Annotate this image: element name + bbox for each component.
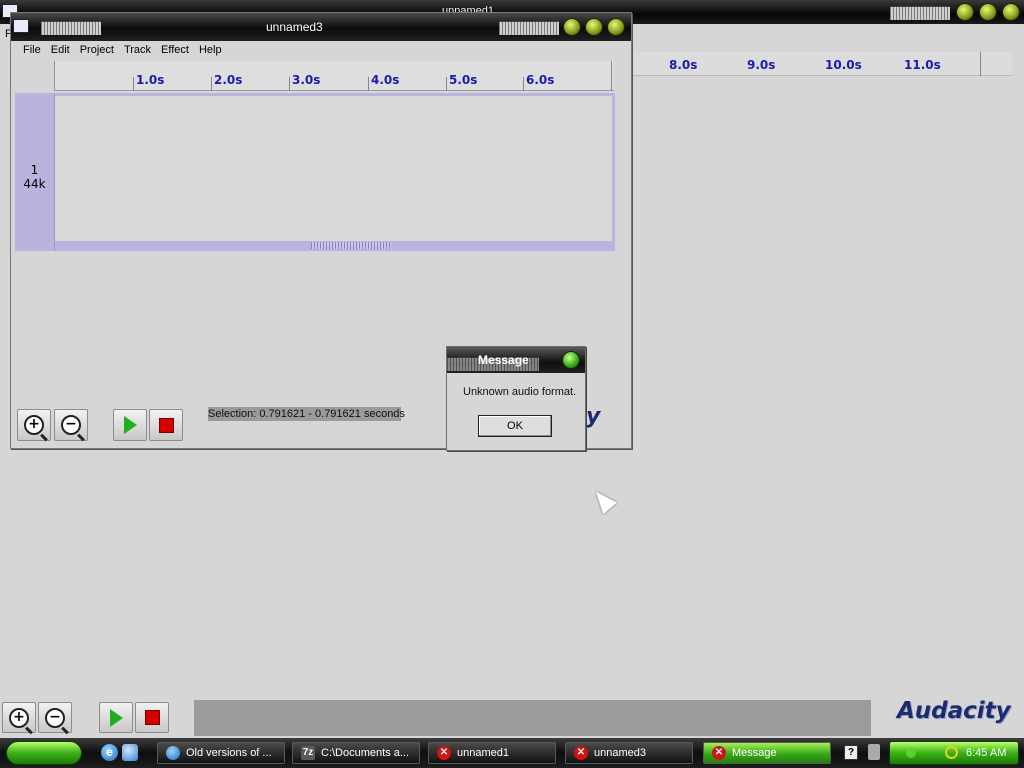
track-label-panel[interactable]: 1 44k — [15, 93, 55, 251]
titlebar-grip-right — [499, 21, 559, 35]
dialog-titlebar[interactable]: Message — [447, 347, 585, 373]
search-icon[interactable] — [945, 746, 958, 759]
ruler-tick-label: 9.0s — [747, 58, 776, 72]
selection-status: Selection: 0.791621 - 0.791621 seconds — [208, 407, 405, 421]
ruler-end-line — [611, 61, 612, 91]
audacity-logo: Audacity — [897, 698, 1011, 724]
maximize-orb-icon[interactable] — [585, 18, 603, 36]
track-channel-number: 1 — [30, 163, 39, 177]
dialog-title: Message — [478, 353, 529, 367]
audio-track-area[interactable] — [55, 93, 615, 251]
ruler-end-line — [980, 52, 981, 76]
ruler-tick-label: 2.0s — [214, 73, 243, 87]
minimize-orb-icon[interactable] — [956, 3, 974, 21]
play-icon — [123, 416, 137, 434]
mouse-cursor-icon — [589, 485, 617, 515]
play-button[interactable] — [113, 409, 147, 441]
zoom-in-icon: + — [24, 415, 44, 435]
quick-launch-icon[interactable] — [122, 744, 138, 761]
stop-button[interactable] — [149, 409, 183, 441]
zoom-in-button[interactable]: + — [17, 409, 51, 441]
ruler-tick-label: 10.0s — [825, 58, 862, 72]
zoom-out-icon: − — [45, 707, 65, 728]
menu-file[interactable]: File — [18, 41, 46, 59]
main-window-titlebar[interactable]: unnamed3 — [11, 13, 631, 41]
speaker-icon[interactable] — [868, 744, 880, 760]
error-icon: ✕ — [574, 746, 588, 760]
zoom-out-button[interactable]: − — [38, 702, 72, 733]
app-icon[interactable] — [13, 19, 29, 33]
timeline-ruler[interactable]: 1.0s 2.0s 3.0s 4.0s 5.0s 6.0s — [54, 61, 614, 91]
globe-icon — [166, 746, 180, 760]
error-icon: ✕ — [437, 746, 451, 760]
play-button[interactable] — [99, 702, 133, 733]
ruler-tick-label: 3.0s — [292, 73, 321, 87]
menu-bar: File Edit Project Track Effect Help — [11, 41, 631, 59]
ruler-tick — [446, 77, 447, 91]
start-button[interactable] — [6, 741, 82, 765]
ok-button[interactable]: OK — [478, 415, 552, 437]
menu-edit[interactable]: Edit — [46, 41, 75, 59]
ruler-tick — [211, 77, 212, 91]
play-icon — [109, 708, 123, 727]
track-resize-grip[interactable] — [311, 242, 391, 249]
ruler-tick — [368, 77, 369, 91]
ruler-tick — [133, 77, 134, 91]
taskbar-item-label: Old versions of ... — [186, 747, 272, 759]
message-dialog: Message Unknown audio format. OK — [446, 346, 586, 451]
ruler-tick — [289, 77, 290, 91]
system-tray: 6:45 AM — [889, 741, 1019, 765]
maximize-orb-icon[interactable] — [979, 3, 997, 21]
taskbar-item-documents[interactable]: 7z C:\Documents a... — [292, 742, 420, 764]
zoom-in-button[interactable]: + — [2, 702, 36, 733]
taskbar-item-unnamed1[interactable]: ✕ unnamed1 — [428, 742, 556, 764]
audacity-logo-partial: y — [586, 404, 601, 429]
menu-effect[interactable]: Effect — [156, 41, 194, 59]
ruler-tick — [523, 77, 524, 91]
ruler-tick-label: 4.0s — [371, 73, 400, 87]
taskbar-item-label: unnamed1 — [457, 747, 509, 759]
ruler-tick-label: 6.0s — [526, 73, 555, 87]
clock: 6:45 AM — [966, 747, 1007, 759]
menu-track[interactable]: Track — [119, 41, 156, 59]
error-icon: ✕ — [712, 746, 726, 760]
internet-explorer-icon[interactable]: e — [101, 744, 118, 761]
help-icon[interactable]: ? — [844, 745, 858, 760]
menu-help[interactable]: Help — [194, 41, 227, 59]
dialog-close-orb-icon[interactable] — [562, 351, 580, 369]
menu-project[interactable]: Project — [75, 41, 119, 59]
background-status-strip — [194, 700, 871, 736]
taskbar-item-label: unnamed3 — [594, 747, 646, 759]
network-icon[interactable] — [906, 748, 916, 758]
taskbar-item-old-versions[interactable]: Old versions of ... — [157, 742, 285, 764]
ruler-tick-label: 1.0s — [136, 73, 165, 87]
zoom-in-icon: + — [9, 707, 29, 728]
titlebar-grip-left — [41, 21, 101, 35]
taskbar-item-message[interactable]: ✕ Message — [703, 742, 831, 764]
taskbar-item-unnamed3[interactable]: ✕ unnamed3 — [565, 742, 693, 764]
ruler-tick-label: 5.0s — [449, 73, 478, 87]
ruler-tick-label: 8.0s — [669, 58, 698, 72]
minimize-orb-icon[interactable] — [563, 18, 581, 36]
track-sample-rate: 44k — [23, 177, 46, 191]
ruler-tick-label: 11.0s — [904, 58, 941, 72]
main-window-title: unnamed3 — [266, 20, 323, 34]
stop-button[interactable] — [135, 702, 169, 733]
background-timeline-ruler[interactable]: 8.0s 9.0s 10.0s 11.0s — [632, 52, 1012, 76]
taskbar-item-label: Message — [732, 747, 777, 759]
stop-icon — [144, 710, 160, 725]
close-orb-icon[interactable] — [607, 18, 625, 36]
archive-icon: 7z — [301, 746, 315, 760]
stop-icon — [158, 417, 174, 433]
close-orb-icon[interactable] — [1002, 3, 1020, 21]
zoom-out-icon: − — [61, 415, 81, 435]
background-titlebar-grip — [890, 6, 950, 20]
zoom-out-button[interactable]: − — [54, 409, 88, 441]
taskbar-item-label: C:\Documents a... — [321, 747, 410, 759]
dialog-message: Unknown audio format. — [463, 386, 577, 398]
